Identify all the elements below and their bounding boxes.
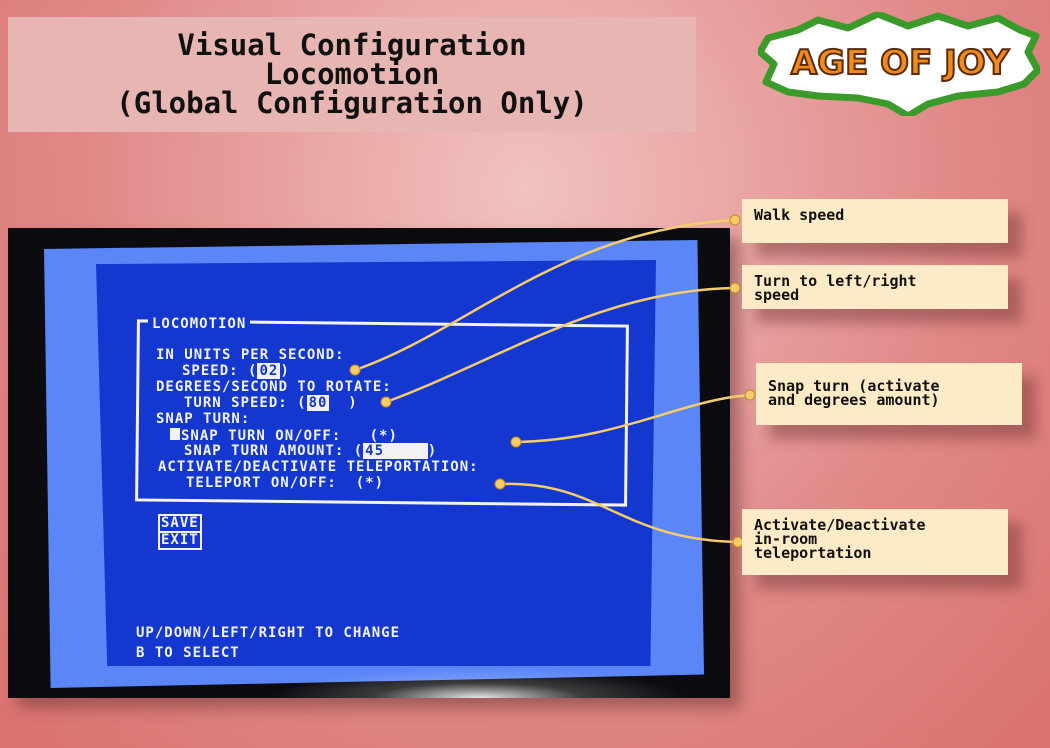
callout-snap-turn: Snap turn (activate and degrees amount) xyxy=(756,363,1022,425)
snap-onoff-value[interactable]: (*) xyxy=(370,428,398,444)
callout-teleport: Activate/Deactivate in-room teleportatio… xyxy=(742,509,1008,575)
teleport-label: TELEPORT ON/OFF: xyxy=(186,475,337,491)
selection-cursor-icon xyxy=(170,428,180,440)
title-line-3: (Global Configuration Only) xyxy=(116,86,588,120)
snap-amount-row[interactable]: SNAP TURN AMOUNT: (45 ) xyxy=(184,443,437,459)
turn-speed-label: TURN SPEED: xyxy=(184,395,298,411)
crt-reflection xyxy=(268,668,688,698)
help-line-2: B TO SELECT xyxy=(136,645,240,661)
speed-label: SPEED: xyxy=(182,363,249,379)
callout-walk-speed: Walk speed xyxy=(742,199,1008,243)
connector-dot xyxy=(744,389,756,401)
turn-speed-value[interactable]: 80 xyxy=(306,395,330,411)
teleport-value[interactable]: (*) xyxy=(356,475,384,491)
section-title: LOCOMOTION xyxy=(148,316,251,332)
title-line-2: Locomotion xyxy=(264,57,440,91)
rotate-header: DEGREES/SECOND TO ROTATE: xyxy=(156,379,392,395)
speed-header: IN UNITS PER SECOND: xyxy=(156,347,345,363)
help-line-1: UP/DOWN/LEFT/RIGHT TO CHANGE xyxy=(136,625,401,641)
teleport-row[interactable]: TELEPORT ON/OFF: (*) xyxy=(186,476,384,490)
snap-onoff-row[interactable]: SNAP TURN ON/OFF: (*) xyxy=(170,428,398,443)
connector-dot xyxy=(729,282,741,294)
snap-onoff-label: SNAP TURN ON/OFF: xyxy=(181,428,342,444)
teleport-header: ACTIVATE/DEACTIVATE TELEPORTATION: xyxy=(158,459,479,475)
snap-amount-value[interactable]: 45 xyxy=(363,443,387,459)
crt-screen: LOCOMOTION IN UNITS PER SECOND: SPEED: (… xyxy=(96,260,656,666)
crt-monitor: LOCOMOTION IN UNITS PER SECOND: SPEED: (… xyxy=(8,228,730,698)
exit-button[interactable]: EXIT xyxy=(158,531,202,550)
age-of-joy-logo: AGE OF JOY xyxy=(756,10,1042,120)
connector-dot xyxy=(729,214,741,226)
page-title: Visual Configuration Locomotion (Global … xyxy=(8,17,696,132)
title-line-1: Visual Configuration xyxy=(177,28,527,62)
logo-text: AGE OF JOY xyxy=(791,43,1010,83)
callout-turn-speed: Turn to left/right speed xyxy=(742,265,1008,309)
snap-amount-label: SNAP TURN AMOUNT: xyxy=(184,443,354,459)
speed-row[interactable]: SPEED: (02) xyxy=(182,363,290,379)
speed-value[interactable]: 02 xyxy=(257,363,281,379)
turn-speed-row[interactable]: TURN SPEED: (80 ) xyxy=(184,395,358,411)
snap-header: SNAP TURN: xyxy=(156,411,251,427)
